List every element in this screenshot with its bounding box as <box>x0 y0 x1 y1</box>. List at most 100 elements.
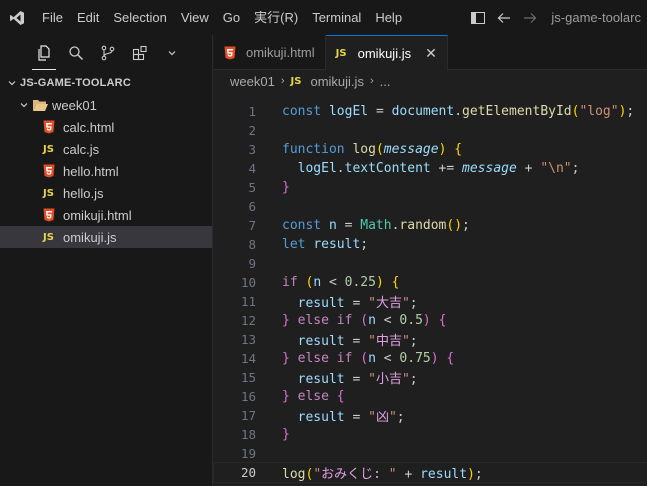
code-text: result = "中吉"; <box>297 334 418 349</box>
menu-view[interactable]: View <box>174 0 216 35</box>
chevron-down-icon <box>16 100 32 110</box>
line-number: 19 <box>240 446 256 461</box>
code-text: logEl.textContent += message + "\n"; <box>297 161 580 176</box>
line-number: 20 <box>240 465 256 480</box>
line-number: 8 <box>248 237 256 252</box>
arrow-left-icon[interactable] <box>491 0 517 35</box>
html5-icon <box>43 164 63 178</box>
file-label: calc.js <box>63 141 100 157</box>
chevron-down-icon <box>4 78 20 88</box>
code-text: function log(message) { <box>282 142 463 157</box>
line-number: 18 <box>240 427 256 442</box>
code-line[interactable]: 19 <box>214 444 647 463</box>
file-omikuji-js[interactable]: JS omikuji.js <box>0 226 212 248</box>
breadcrumb-symbol[interactable]: ... <box>380 74 391 89</box>
toggle-sidebar-icon[interactable] <box>465 0 491 35</box>
code-line[interactable]: 20 log("おみくじ: " + result); <box>213 462 647 483</box>
code-line[interactable]: 7 const n = Math.random(); <box>214 216 647 235</box>
line-number: 17 <box>240 408 256 423</box>
line-number: 12 <box>240 313 256 328</box>
file-omikuji-html[interactable]: omikuji.html <box>0 204 212 226</box>
code-line[interactable]: 12 } else if (n < 0.5) { <box>214 311 647 330</box>
line-number: 6 <box>248 199 256 214</box>
file-label: omikuji.js <box>63 229 117 245</box>
code-line[interactable]: 5} <box>214 178 647 197</box>
line-number: 16 <box>240 389 256 404</box>
chevron-down-icon[interactable] <box>156 35 188 70</box>
chevron-right-icon: › <box>280 75 285 87</box>
file-label: hello.js <box>63 185 104 201</box>
code-text: const n = Math.random(); <box>282 218 470 233</box>
code-line[interactable]: 10 if (n < 0.25) { <box>214 273 647 292</box>
code-line[interactable]: 3 function log(message) { <box>214 140 647 159</box>
code-line[interactable]: 11 result = "大吉"; <box>214 292 647 311</box>
window-title: js-game-toolarc <box>551 10 641 25</box>
file-calc-js[interactable]: JS calc.js <box>0 138 212 160</box>
javascript-icon: JS <box>335 48 347 59</box>
code-line[interactable]: 6 <box>214 197 647 216</box>
code-text: log("おみくじ: " + result); <box>282 467 483 482</box>
code-text: } <box>282 180 290 195</box>
code-line[interactable]: 2 <box>214 121 647 140</box>
code-line[interactable]: 17 result = "凶"; <box>214 406 647 425</box>
code-text: let result; <box>282 237 369 252</box>
code-editor[interactable]: 1 const logEl = document.getElementById("… <box>213 102 647 483</box>
file-calc-html[interactable]: calc.html <box>0 116 212 138</box>
javascript-icon: JS <box>43 231 54 243</box>
line-number: 14 <box>240 351 256 366</box>
html5-icon <box>43 120 63 134</box>
code-text: } <box>282 427 290 442</box>
code-line[interactable]: 14 } else if (n < 0.75) { <box>214 349 647 368</box>
menu-help[interactable]: Help <box>368 0 409 35</box>
breadcrumb-file[interactable]: omikuji.js <box>310 74 363 89</box>
code-line[interactable]: 1 const logEl = document.getElementById("… <box>214 102 647 121</box>
menu-run[interactable]: 実行(R) <box>247 0 305 35</box>
menu-go[interactable]: Go <box>216 0 247 35</box>
arrow-right-icon[interactable] <box>517 0 543 35</box>
menu-terminal[interactable]: Terminal <box>305 0 368 35</box>
search-icon[interactable] <box>60 35 92 70</box>
file-hello-js[interactable]: JS hello.js <box>0 182 212 204</box>
javascript-icon: JS <box>290 75 302 87</box>
menu-selection[interactable]: Selection <box>106 0 173 35</box>
code-text: } else if (n < 0.75) { <box>282 351 455 366</box>
extensions-icon[interactable] <box>124 35 156 70</box>
code-text: } else if (n < 0.5) { <box>282 313 447 328</box>
code-line[interactable]: 8 let result; <box>214 235 647 254</box>
code-line[interactable]: 9 <box>214 254 647 273</box>
line-number: 3 <box>248 142 256 157</box>
folder-week01[interactable]: week01 <box>0 94 212 116</box>
menu-edit[interactable]: Edit <box>70 0 106 35</box>
files-icon[interactable] <box>28 35 60 70</box>
line-number: 4 <box>248 161 256 176</box>
explorer-section-header[interactable]: JS-GAME-TOOLARC <box>0 72 212 94</box>
tab-omikuji-html[interactable]: omikuji.html <box>214 35 326 70</box>
file-label: omikuji.html <box>63 207 132 223</box>
javascript-icon: JS <box>43 187 54 199</box>
code-line[interactable]: 18} <box>214 425 647 444</box>
file-hello-html[interactable]: hello.html <box>0 160 212 182</box>
explorer-sidebar: JS-GAME-TOOLARC week01 calc.html JS calc… <box>0 35 213 486</box>
menu-file[interactable]: File <box>34 0 70 35</box>
code-line[interactable]: 4 logEl.textContent += message + "\n"; <box>214 159 647 178</box>
line-number: 10 <box>240 275 256 290</box>
code-text: result = "小吉"; <box>297 372 418 387</box>
line-number: 1 <box>248 104 256 119</box>
file-label: calc.html <box>63 119 115 135</box>
line-number: 9 <box>248 256 256 271</box>
vscode-logo-icon <box>0 0 34 35</box>
close-icon[interactable]: ✕ <box>425 45 437 62</box>
code-line[interactable]: 15 result = "小吉"; <box>214 368 647 387</box>
tab-omikuji-js[interactable]: JS omikuji.js ✕ <box>325 35 448 71</box>
code-text: result = "大吉"; <box>297 296 418 311</box>
folder-open-icon <box>32 99 52 112</box>
folder-label: week01 <box>52 97 97 113</box>
html5-icon <box>43 208 63 222</box>
code-text: const logEl = document.getElementById("l… <box>282 104 635 119</box>
code-line[interactable]: 13 result = "中吉"; <box>214 330 647 349</box>
source-control-icon[interactable] <box>92 35 124 70</box>
line-number: 15 <box>240 370 256 385</box>
code-line[interactable]: 16} else { <box>214 387 647 406</box>
editor-area: omikuji.html JS omikuji.js ✕ week01 › JS… <box>213 35 647 486</box>
breadcrumb-folder[interactable]: week01 <box>230 74 275 89</box>
